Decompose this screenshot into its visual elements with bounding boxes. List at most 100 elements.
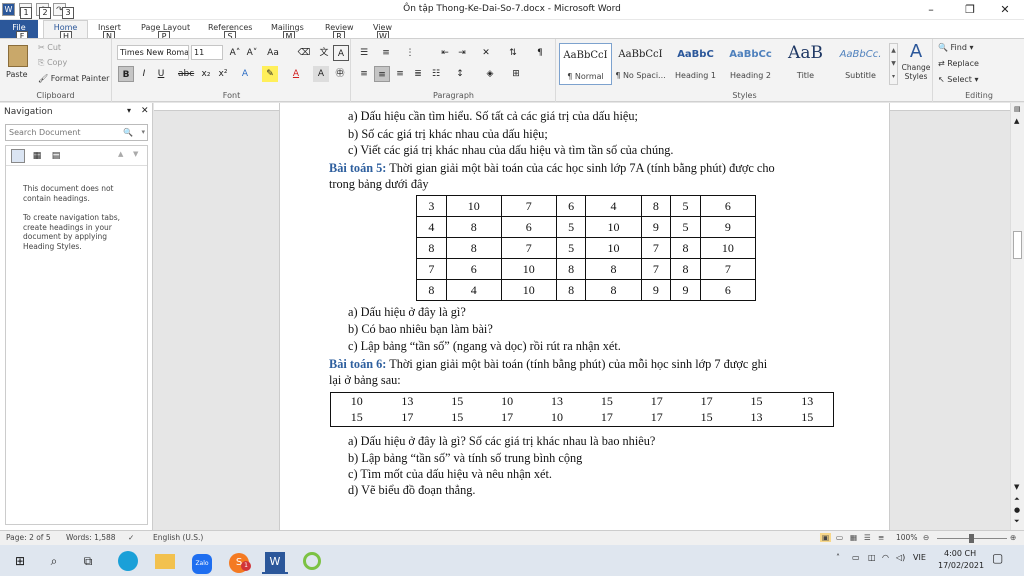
character-border-icon[interactable]: A — [333, 45, 349, 61]
zoom-level[interactable]: 100% — [896, 533, 917, 542]
clock-time[interactable]: 4:00 CH — [944, 549, 976, 558]
search-icon[interactable]: 🔍 — [123, 125, 133, 140]
style-no-spacing[interactable]: AaBbCcI ¶ No Spaci... — [614, 43, 667, 85]
edge-browser-icon[interactable] — [115, 548, 141, 574]
zalo-icon[interactable]: Zalo — [189, 548, 215, 574]
format-painter-button[interactable]: 🖌 Format Painter — [38, 73, 109, 85]
task-view-icon[interactable]: ⧉ — [75, 548, 101, 574]
style-heading-2[interactable]: AaBbCc Heading 2 — [724, 43, 777, 85]
scroll-up-icon[interactable]: ▲ — [1014, 117, 1019, 125]
style-title[interactable]: AaB Title — [779, 43, 832, 85]
strikethrough-icon[interactable]: abc — [178, 66, 194, 82]
restore-button[interactable]: ❐ — [955, 2, 985, 18]
multilevel-list-icon[interactable]: ⋮ — [402, 45, 418, 61]
replace-button[interactable]: ⇄ Replace — [938, 58, 979, 70]
scroll-down-icon[interactable]: ▼ — [1014, 483, 1019, 491]
scroll-thumb[interactable] — [1013, 231, 1022, 259]
asian-layout-icon[interactable]: ✕ — [478, 45, 494, 61]
character-shading-icon[interactable]: A — [313, 66, 329, 82]
outline-view-icon[interactable]: ☰ — [864, 533, 871, 542]
nav-headings-tab-icon[interactable] — [11, 149, 25, 163]
font-name-dropdown[interactable]: Times New Roma — [117, 45, 189, 60]
skype-icon[interactable]: S 1 — [226, 548, 252, 574]
windows-start-icon[interactable]: ⊞ — [7, 548, 33, 574]
draft-view-icon[interactable]: ≡ — [878, 533, 884, 542]
language-indicator[interactable]: English (U.S.) — [153, 533, 203, 542]
clear-formatting-icon[interactable]: ⌫ — [296, 45, 312, 61]
paste-icon[interactable] — [8, 45, 28, 67]
numbering-icon[interactable]: ≡ — [378, 45, 394, 61]
shading-icon[interactable]: ◈ — [482, 66, 498, 82]
notifications-icon[interactable]: ▢ — [992, 551, 1003, 565]
nav-menu-icon[interactable]: ▾ — [127, 106, 131, 115]
font-color-icon[interactable]: A — [288, 66, 304, 82]
nav-results-tab-icon[interactable]: ▤ — [49, 149, 63, 163]
bold-icon[interactable]: B — [118, 66, 134, 82]
nav-previous-icon[interactable]: ▲ — [118, 150, 123, 158]
browse-object-icon[interactable]: ● — [1014, 506, 1020, 514]
underline-icon[interactable]: U — [153, 66, 169, 82]
superscript-icon[interactable]: x² — [215, 66, 231, 82]
increase-indent-icon[interactable]: ⇥ — [454, 45, 470, 61]
phonetic-guide-icon[interactable]: 文 — [316, 45, 332, 61]
find-button[interactable]: 🔍 Find ▾ — [938, 42, 973, 54]
select-button[interactable]: ↖ Select ▾ — [938, 74, 979, 86]
font-size-dropdown[interactable]: 11 — [191, 45, 223, 60]
align-right-icon[interactable]: ≡ — [392, 66, 408, 82]
bullets-icon[interactable]: ☰ — [356, 45, 372, 61]
shrink-font-icon[interactable]: A˅ — [244, 45, 260, 61]
highlight-color-icon[interactable]: ✎ — [262, 66, 278, 82]
wifi-icon[interactable]: ◠ — [882, 553, 889, 562]
web-layout-view-icon[interactable]: ▦ — [850, 533, 857, 542]
change-case-icon[interactable]: Aa — [265, 45, 281, 61]
paste-button[interactable]: Paste — [6, 69, 28, 81]
grow-font-icon[interactable]: A˄ — [227, 45, 243, 61]
ruler-toggle-icon[interactable]: ▤ — [1014, 105, 1021, 113]
document-page[interactable]: a) Dấu hiệu cần tìm hiểu. Số tất cả các … — [279, 103, 890, 530]
zoom-out-icon[interactable]: ⊖ — [923, 533, 929, 542]
input-language[interactable]: VIE — [913, 553, 926, 562]
next-page-icon[interactable]: ⏷ — [1014, 517, 1020, 526]
navigation-search-input[interactable]: Search Document 🔍 ▾ — [5, 124, 148, 141]
clock-date[interactable]: 17/02/2021 — [938, 561, 984, 570]
zoom-slider-thumb[interactable] — [969, 534, 974, 543]
full-screen-view-icon[interactable]: ▭ — [836, 533, 843, 542]
page-count[interactable]: Page: 2 of 5 — [6, 533, 51, 542]
subscript-icon[interactable]: x₂ — [198, 66, 214, 82]
tray-overflow-icon[interactable]: ˄ — [836, 553, 840, 562]
taskbar-search-icon[interactable]: ⌕ — [41, 548, 67, 574]
proofing-icon[interactable]: ✓ — [128, 533, 134, 542]
nav-close-icon[interactable]: ✕ — [141, 106, 149, 116]
show-formatting-marks-icon[interactable]: ¶ — [532, 45, 548, 61]
decrease-indent-icon[interactable]: ⇤ — [437, 45, 453, 61]
minimize-button[interactable]: – — [916, 2, 946, 18]
justify-icon[interactable]: ≣ — [410, 66, 426, 82]
nav-pages-tab-icon[interactable]: ▦ — [30, 149, 44, 163]
nav-next-icon[interactable]: ▼ — [133, 150, 138, 158]
network-icon[interactable]: ◫ — [868, 553, 876, 562]
app-icon-green[interactable] — [299, 548, 325, 574]
volume-icon[interactable]: ◁) — [896, 553, 905, 562]
style-subtitle[interactable]: AaBbCc. Subtitle — [834, 43, 887, 85]
word-taskbar-icon[interactable]: W — [262, 548, 288, 574]
change-styles-button[interactable]: A Change Styles — [901, 41, 931, 81]
file-explorer-icon[interactable] — [152, 548, 178, 574]
word-count[interactable]: Words: 1,588 — [66, 533, 116, 542]
print-layout-view-icon[interactable]: ▣ — [820, 533, 832, 542]
enclose-characters-icon[interactable]: ㊥ — [332, 66, 348, 82]
styles-scroll[interactable]: ▲ ▼ ▾ — [889, 43, 898, 85]
italic-icon[interactable]: I — [136, 66, 152, 82]
cut-button[interactable]: ✂ Cut — [38, 42, 61, 54]
search-options-icon[interactable]: ▾ — [141, 125, 145, 140]
previous-page-icon[interactable]: ⏶ — [1014, 495, 1020, 504]
close-button[interactable]: ✕ — [990, 2, 1020, 18]
align-left-icon[interactable]: ≡ — [356, 66, 372, 82]
style-normal[interactable]: AaBbCcI ¶ Normal — [559, 43, 612, 85]
borders-icon[interactable]: ⊞ — [508, 66, 524, 82]
text-effects-icon[interactable]: A — [237, 66, 253, 82]
copy-button[interactable]: ⎘ Copy — [38, 57, 67, 69]
zoom-in-icon[interactable]: ⊕ — [1010, 533, 1016, 542]
battery-icon[interactable]: ▭ — [852, 553, 860, 562]
vertical-scrollbar[interactable]: ▤ ▲ ▼ ⏶ ● ⏷ — [1010, 103, 1024, 530]
align-center-icon[interactable]: ≡ — [374, 66, 390, 82]
